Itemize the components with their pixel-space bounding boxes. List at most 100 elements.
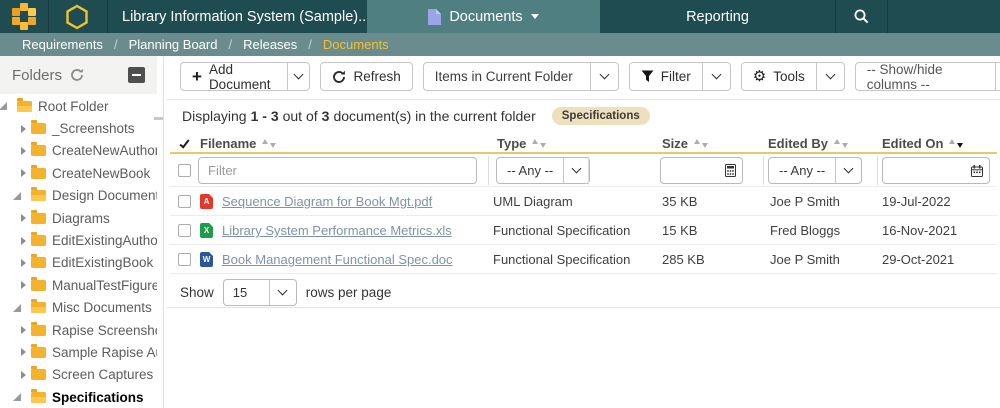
document-type: Functional Specification — [493, 245, 630, 274]
collapse-arrow-icon[interactable] — [4, 102, 17, 110]
collapse-sidebar-button[interactable] — [128, 67, 145, 83]
refresh-button[interactable]: Refresh — [320, 62, 412, 91]
sidebar-resize-grip[interactable] — [154, 117, 163, 120]
sort-descending-icon[interactable] — [270, 143, 276, 148]
sort-descending-icon[interactable] — [540, 143, 546, 148]
calendar-icon[interactable] — [965, 165, 989, 177]
folder-open-icon — [31, 392, 46, 403]
row-checkbox[interactable] — [178, 224, 191, 237]
refresh-folders-icon[interactable] — [70, 68, 84, 82]
folder-tree-item[interactable]: Rapise Screenshots — [0, 319, 157, 341]
summary-range: 1 - 3 — [251, 108, 279, 124]
type-filter-dropdown-button[interactable] — [563, 158, 589, 183]
breadcrumb-planning-board[interactable]: Planning Board — [129, 37, 218, 52]
sort-descending-active-icon[interactable] — [957, 143, 963, 148]
folder-tree-item-selected[interactable]: Specifications — [0, 386, 157, 408]
folder-tree-item[interactable]: Diagrams — [0, 207, 157, 229]
filename-filter-input[interactable] — [199, 163, 476, 178]
edited-by-filter-dropdown-button[interactable] — [835, 158, 861, 183]
sort-ascending-icon[interactable] — [834, 139, 840, 144]
sort-ascending-icon[interactable] — [532, 139, 538, 144]
expand-arrow-icon[interactable] — [18, 214, 31, 222]
sort-ascending-icon[interactable] — [262, 139, 268, 144]
rows-per-page-dropdown-button[interactable] — [269, 280, 296, 305]
calculator-icon[interactable] — [718, 164, 742, 177]
document-size: 285 KB — [662, 245, 705, 274]
summary-text: out of — [283, 108, 318, 124]
type-filter-select[interactable]: -- Any -- — [496, 157, 590, 184]
document-link[interactable]: Book Management Functional Spec.doc — [222, 252, 453, 267]
app-logo-icon[interactable] — [9, 3, 39, 30]
filter-dropdown-button[interactable] — [702, 63, 730, 90]
sort-ascending-icon[interactable] — [694, 139, 700, 144]
row-checkbox[interactable] — [178, 195, 191, 208]
items-scope-dropdown-button[interactable] — [590, 63, 618, 90]
folder-tree-item[interactable]: _Screenshots — [0, 117, 157, 139]
row-checkbox[interactable] — [178, 253, 191, 266]
breadcrumb-releases[interactable]: Releases — [243, 37, 297, 52]
document-type: Functional Specification — [493, 216, 630, 245]
folder-tree-item-root[interactable]: Root Folder — [0, 95, 157, 117]
folder-tree-item[interactable]: EditExistingBook — [0, 252, 157, 274]
sort-ascending-icon[interactable] — [949, 139, 955, 144]
chevron-down-icon — [278, 286, 288, 296]
folder-tree-item[interactable]: ManualTestFigures — [0, 274, 157, 296]
folder-tree-item[interactable]: Misc Documents — [0, 297, 157, 319]
tools-dropdown-button[interactable] — [816, 63, 844, 90]
sort-descending-icon[interactable] — [702, 143, 708, 148]
folder-tree-item[interactable]: Sample Rapise Aut — [0, 341, 157, 363]
expand-arrow-icon[interactable] — [18, 281, 31, 289]
collapse-arrow-icon[interactable] — [18, 393, 31, 401]
column-header-size[interactable]: Size — [662, 132, 708, 154]
add-document-dropdown-button[interactable] — [287, 63, 309, 90]
folder-label: Screen Captures — [52, 367, 153, 382]
expand-arrow-icon[interactable] — [18, 259, 31, 267]
expand-arrow-icon[interactable] — [18, 326, 31, 334]
doc-file-icon — [200, 252, 213, 267]
column-header-type[interactable]: Type — [497, 132, 546, 154]
filter-button[interactable]: Filter — [630, 63, 702, 90]
folder-tree-item[interactable]: Screen Captures — [0, 364, 157, 386]
workspace-hexagon-icon[interactable] — [63, 3, 91, 30]
collapse-arrow-icon[interactable] — [18, 304, 31, 312]
folder-tree-item[interactable]: EditExistingAuthor — [0, 229, 157, 251]
breadcrumb-requirements[interactable]: Requirements — [22, 37, 103, 52]
sort-descending-icon[interactable] — [842, 143, 848, 148]
tab-documents[interactable]: Documents — [367, 0, 600, 33]
folder-label: Sample Rapise Aut — [52, 345, 157, 360]
items-scope-select[interactable]: Items in Current Folder — [423, 62, 619, 91]
expand-arrow-icon[interactable] — [18, 147, 31, 155]
search-button[interactable] — [835, 0, 888, 33]
edited-on-filter-input[interactable] — [883, 163, 965, 178]
document-edited-on: 19-Jul-2022 — [882, 187, 951, 216]
document-link[interactable]: Library System Performance Metrics.xls — [222, 223, 452, 238]
filter-row-checkbox[interactable] — [178, 164, 191, 177]
project-selector-button[interactable]: Library Information System (Sample)... — [122, 0, 387, 33]
expand-arrow-icon[interactable] — [18, 348, 31, 356]
size-filter-input[interactable] — [661, 163, 718, 178]
rows-per-page-select[interactable]: 15 — [223, 279, 297, 306]
folder-tree-item[interactable]: Design Documents — [0, 185, 157, 207]
column-header-edited-on[interactable]: Edited On — [882, 132, 963, 154]
expand-arrow-icon[interactable] — [18, 125, 31, 133]
show-hide-columns-select[interactable]: -- Show/hide columns -- — [855, 62, 1000, 91]
show-hide-columns-dropdown-button[interactable] — [995, 63, 1000, 90]
edited-by-filter-select[interactable]: -- Any -- — [768, 157, 862, 184]
select-all-check-icon[interactable] — [182, 132, 187, 154]
column-label: Edited By — [768, 136, 828, 151]
expand-arrow-icon[interactable] — [18, 371, 31, 379]
tools-label: Tools — [773, 69, 805, 84]
collapse-arrow-icon[interactable] — [18, 192, 31, 200]
add-document-button[interactable]: Add Document — [181, 63, 287, 90]
tools-button[interactable]: Tools — [742, 63, 816, 90]
folder-open-icon — [17, 101, 32, 112]
folder-tree-item[interactable]: CreateNewAuthor — [0, 140, 157, 162]
column-header-edited-by[interactable]: Edited By — [768, 132, 848, 154]
column-header-filename[interactable]: Filename — [200, 132, 276, 154]
tab-reporting[interactable]: Reporting — [600, 0, 835, 33]
folder-tree-item[interactable]: CreateNewBook — [0, 162, 157, 184]
expand-arrow-icon[interactable] — [18, 169, 31, 177]
expand-arrow-icon[interactable] — [18, 237, 31, 245]
document-link[interactable]: Sequence Diagram for Book Mgt.pdf — [222, 194, 432, 209]
show-hide-columns-value: -- Show/hide columns -- — [856, 63, 995, 90]
